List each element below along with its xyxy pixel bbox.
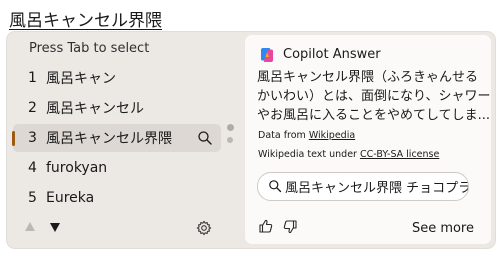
search-icon (269, 180, 282, 193)
candidate-text: 風呂キャンセル (46, 101, 144, 117)
search-icon[interactable] (197, 130, 213, 146)
scroll-indicator (227, 124, 234, 149)
candidate-number: 2 (28, 100, 37, 116)
candidate-number: 1 (28, 70, 37, 86)
candidate-number: 4 (28, 160, 37, 176)
candidate-text: 風呂キャンセル界隈 (46, 131, 172, 147)
ime-candidate-window: Press Tab to select 1 風呂キャン 2 風呂キャンセル 3 … (7, 32, 495, 248)
candidate-text: Eureka (46, 190, 95, 206)
page-down-icon[interactable] (50, 223, 60, 232)
candidate-item-5[interactable]: 5 Eureka (13, 184, 221, 212)
see-more-link[interactable]: See more (412, 221, 474, 236)
candidate-item-1[interactable]: 1 風呂キャン (13, 64, 221, 92)
source-attribution: Data from Wikipedia (258, 130, 355, 141)
license-link[interactable]: CC-BY-SA license (360, 149, 439, 160)
candidate-text: 風呂キャン (46, 71, 116, 87)
press-tab-hint: Press Tab to select (29, 41, 150, 56)
scroll-dot (227, 137, 233, 143)
description-line: 風呂キャンセル界隈（ふろきゃんせる (257, 70, 479, 85)
settings-gear-icon[interactable] (196, 220, 212, 236)
description-line: やお風呂に入ることをやめてしてしま... (257, 108, 491, 123)
copilot-answer-card: Copilot Answer 風呂キャンセル界隈（ふろきゃんせる かいわい）とは… (245, 35, 491, 244)
candidate-number: 5 (28, 190, 37, 206)
candidate-item-3[interactable]: 3 風呂キャンセル界隈 (12, 124, 221, 152)
candidate-list-pane: Press Tab to select 1 風呂キャン 2 風呂キャンセル 3 … (7, 32, 237, 248)
thumbs-down-icon[interactable] (282, 219, 298, 235)
source-label: Data from (258, 130, 306, 141)
composition-text: 風呂キャンセル界隈 (9, 11, 162, 31)
search-query-chip[interactable]: 風呂キャンセル界隈 チョコプラ (257, 172, 469, 201)
scroll-dot (227, 124, 234, 131)
candidate-item-2[interactable]: 2 風呂キャンセル (13, 94, 221, 122)
description-line: かいわい）とは、面倒になり、シャワー (257, 89, 491, 104)
candidate-item-4[interactable]: 4 furokyan (13, 154, 221, 182)
thumbs-up-icon[interactable] (258, 218, 274, 234)
candidate-text: furokyan (46, 160, 108, 176)
page-up-icon[interactable] (25, 222, 35, 231)
copilot-logo-icon (261, 48, 273, 62)
selection-indicator (12, 131, 15, 146)
wikipedia-link[interactable]: Wikipedia (309, 130, 355, 141)
license-attribution: Wikipedia text under CC-BY-SA license (258, 149, 439, 160)
license-label: Wikipedia text under (258, 149, 357, 160)
copilot-title: Copilot Answer (283, 47, 381, 62)
candidate-number: 3 (28, 130, 37, 146)
search-query-text: 風呂キャンセル界隈 チョコプラ (285, 181, 469, 196)
copilot-description: 風呂キャンセル界隈（ふろきゃんせる かいわい）とは、面倒になり、シャワー やお風… (257, 68, 491, 125)
